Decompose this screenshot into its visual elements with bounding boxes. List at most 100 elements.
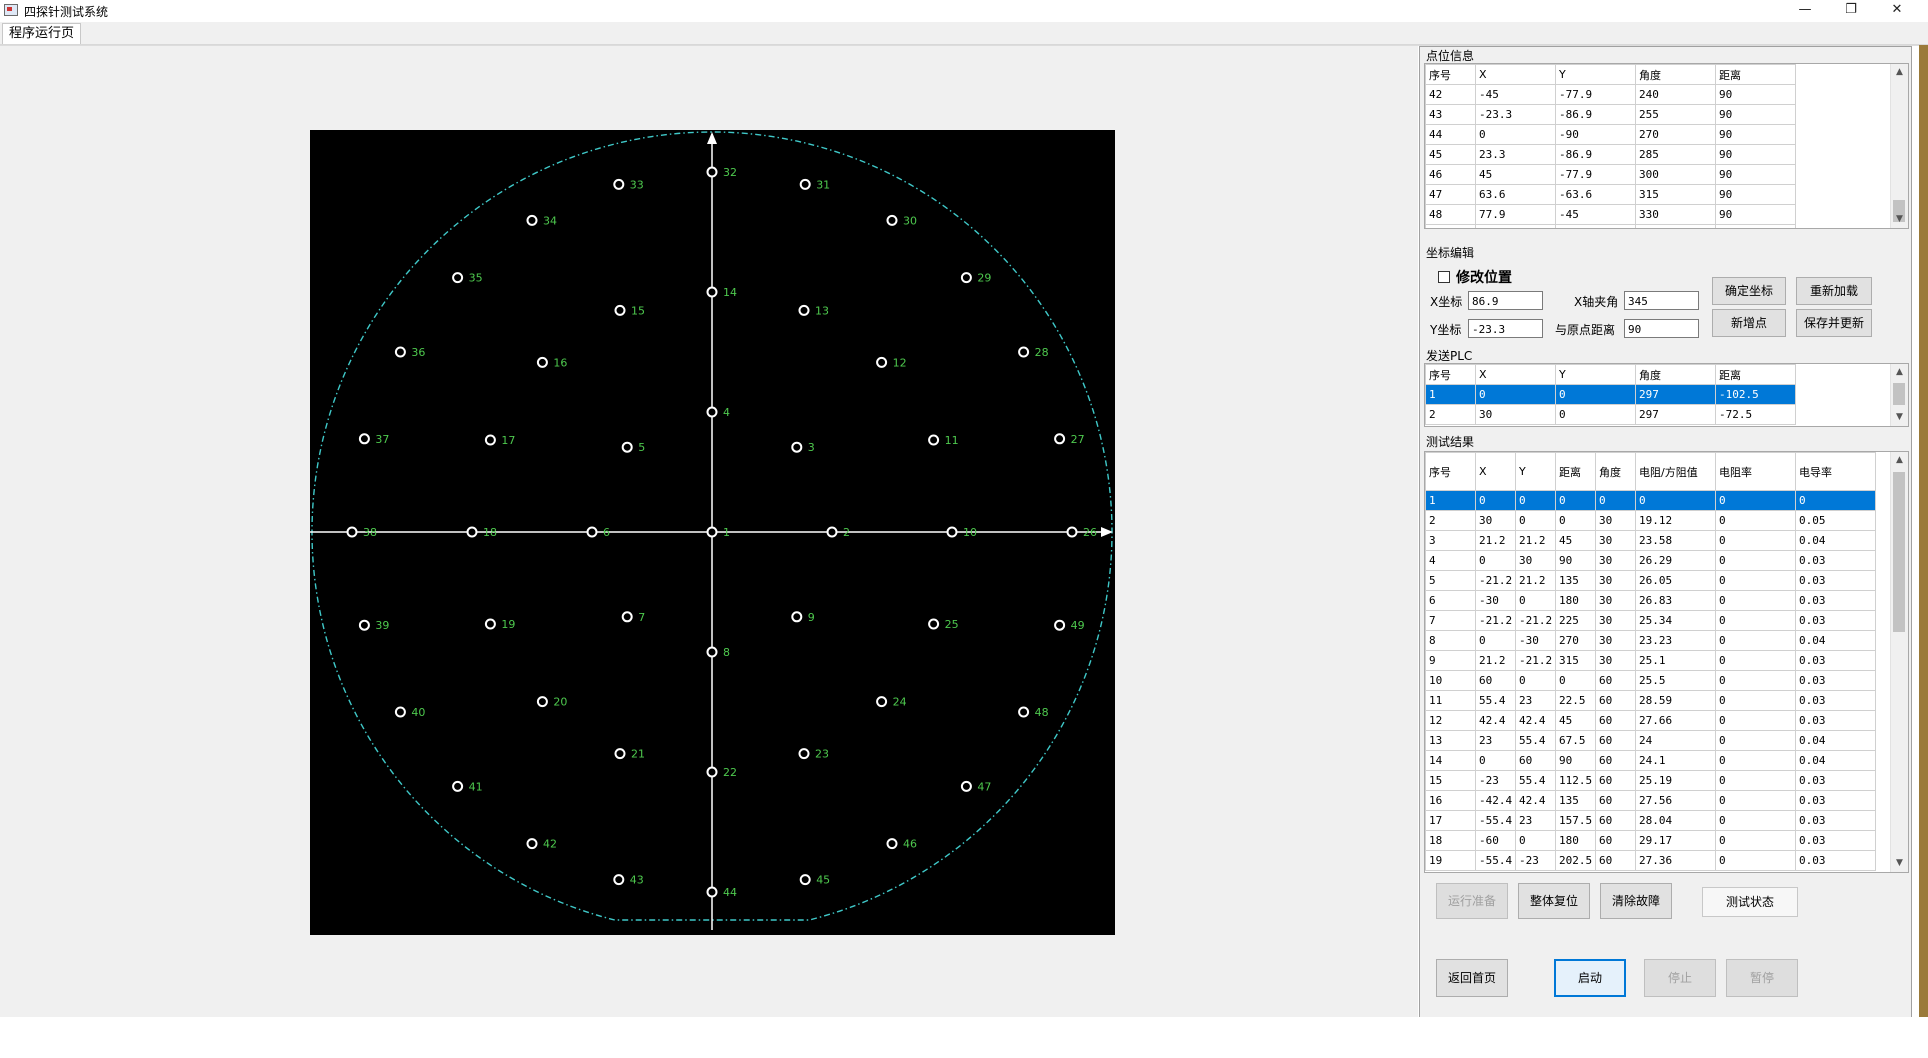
results-grid[interactable]: 序号 X Y 距离 角度 电阻/方阻值 电阻率 电导率 1 0 0 0 0 0 0 0 2 30 0 0 30 19.1… (1424, 451, 1909, 873)
table-cell[interactable]: 43 (1425, 104, 1476, 125)
table-cell[interactable]: 240 (1635, 84, 1716, 105)
wafer-map[interactable]: 1 2 3 4 5 6 7 8 9 10 11 12 13 14 15 16 17 18 19 20 21 22 23 24 2… (310, 130, 1115, 935)
table-cell[interactable]: 0.03 (1795, 770, 1876, 791)
table-row[interactable]: 18 -60 0 180 60 29.17 0 0.03 (1425, 830, 1876, 851)
table-row[interactable]: 19 -55.4 -23 202.5 60 27.36 0 0.03 (1425, 850, 1876, 871)
table-cell[interactable]: 0 (1715, 810, 1796, 831)
table-cell[interactable]: 0 (1715, 770, 1796, 791)
point-info-scrollbar[interactable]: ▲ ▼ (1890, 64, 1908, 228)
table-cell[interactable]: 29.17 (1635, 830, 1716, 851)
table-cell[interactable]: 30 (1515, 550, 1556, 571)
table-row[interactable]: 17 -55.4 23 157.5 60 28.04 0 0.03 (1425, 810, 1876, 831)
point-info-header-3[interactable]: 角度 (1635, 64, 1716, 85)
table-cell[interactable]: 55.4 (1475, 690, 1516, 711)
table-cell[interactable]: 0.03 (1795, 790, 1876, 811)
table-cell[interactable]: 0 (1715, 630, 1796, 651)
table-cell[interactable]: 44 (1425, 124, 1476, 145)
x-coord-input[interactable]: 86.9 (1468, 291, 1543, 310)
table-cell[interactable]: -30 (1475, 590, 1516, 611)
table-cell[interactable]: -23.3 (1475, 104, 1556, 125)
table-cell[interactable]: 90 (1555, 550, 1596, 571)
table-cell[interactable]: 77.9 (1475, 204, 1556, 225)
table-cell[interactable]: -55.4 (1475, 850, 1516, 871)
table-cell[interactable]: 11 (1425, 690, 1476, 711)
table-cell[interactable]: 2 (1425, 404, 1476, 425)
table-cell[interactable]: 45 (1555, 710, 1596, 731)
add-point-button[interactable]: 新增点 (1712, 309, 1786, 337)
table-cell[interactable]: 22.5 (1555, 690, 1596, 711)
table-cell[interactable]: 23.58 (1635, 530, 1716, 551)
table-cell[interactable]: 26.83 (1635, 590, 1716, 611)
table-cell[interactable]: 30 (1595, 570, 1636, 591)
table-cell[interactable]: 1 (1425, 490, 1476, 511)
table-cell[interactable]: 46 (1425, 164, 1476, 185)
table-cell[interactable]: 28.04 (1635, 810, 1716, 831)
table-cell[interactable]: 135 (1555, 790, 1596, 811)
table-cell[interactable]: 47 (1425, 184, 1476, 205)
table-cell[interactable]: 0.03 (1795, 610, 1876, 631)
reload-button[interactable]: 重新加载 (1796, 277, 1872, 305)
table-cell[interactable]: 21.2 (1515, 570, 1556, 591)
table-cell[interactable]: 0 (1715, 690, 1796, 711)
table-cell[interactable]: -23 (1475, 770, 1516, 791)
table-cell[interactable]: 0.05 (1795, 510, 1876, 531)
table-cell[interactable]: 297 (1635, 404, 1716, 425)
table-cell[interactable]: 0.03 (1795, 570, 1876, 591)
prepare-button[interactable]: 运行准备 (1436, 883, 1508, 919)
table-cell[interactable]: -23 (1515, 850, 1556, 871)
table-cell[interactable]: 14 (1425, 750, 1476, 771)
table-row[interactable]: 2 30 0 0 30 19.12 0 0.05 (1425, 510, 1876, 531)
table-cell[interactable]: -90 (1555, 124, 1636, 145)
point-info-header-4[interactable]: 距离 (1715, 64, 1796, 85)
table-row[interactable]: 14 0 60 90 60 24.1 0 0.04 (1425, 750, 1876, 771)
table-cell[interactable]: 0.03 (1795, 670, 1876, 691)
table-row[interactable]: 15 -23 55.4 112.5 60 25.19 0 0.03 (1425, 770, 1876, 791)
table-cell[interactable]: 90 (1715, 124, 1796, 145)
table-cell[interactable]: 112.5 (1555, 770, 1596, 791)
table-cell[interactable]: 0.04 (1795, 630, 1876, 651)
table-cell[interactable]: 2 (1425, 510, 1476, 531)
table-cell[interactable]: 48 (1425, 204, 1476, 225)
table-cell[interactable]: 0 (1635, 490, 1716, 511)
table-cell[interactable]: 0.03 (1795, 690, 1876, 711)
table-cell[interactable]: 60 (1595, 770, 1636, 791)
table-cell[interactable]: 60 (1595, 830, 1636, 851)
results-header-2[interactable]: Y (1515, 452, 1556, 491)
results-header-6[interactable]: 电阻率 (1715, 452, 1796, 491)
table-cell[interactable]: 0 (1595, 490, 1636, 511)
table-cell[interactable]: 285 (1635, 144, 1716, 165)
table-cell[interactable]: 135 (1555, 570, 1596, 591)
table-row[interactable]: 13 23 55.4 67.5 60 24 0 0.04 (1425, 730, 1876, 751)
table-cell[interactable]: 0.04 (1795, 750, 1876, 771)
scroll-up-icon[interactable]: ▲ (1891, 364, 1908, 381)
scroll-thumb[interactable] (1893, 472, 1905, 632)
table-cell[interactable]: 17 (1425, 810, 1476, 831)
plc-grid[interactable]: 序号 X Y 角度 距离 1 0 0 297 -102.5 2 30 0 297 -72.5 ▲ ▼ (1424, 363, 1909, 427)
table-cell[interactable]: 0 (1515, 830, 1556, 851)
table-cell[interactable]: 13 (1425, 730, 1476, 751)
table-cell[interactable]: 0 (1555, 384, 1636, 405)
table-cell[interactable]: 330 (1635, 204, 1716, 225)
table-row[interactable]: 45 23.3 -86.9 285 90 (1425, 144, 1796, 165)
table-cell[interactable]: 0 (1715, 750, 1796, 771)
table-cell[interactable]: 0 (1515, 510, 1556, 531)
table-cell[interactable]: 60 (1515, 750, 1556, 771)
table-cell[interactable]: 60 (1595, 730, 1636, 751)
table-cell[interactable]: 315 (1555, 650, 1596, 671)
table-cell[interactable]: 0 (1715, 610, 1796, 631)
table-cell[interactable]: 0 (1715, 510, 1796, 531)
table-cell[interactable]: 25.19 (1635, 770, 1716, 791)
table-row[interactable]: 48 77.9 -45 330 90 (1425, 204, 1796, 225)
table-cell[interactable]: 30 (1595, 550, 1636, 571)
scroll-up-icon[interactable]: ▲ (1891, 452, 1908, 469)
table-cell[interactable]: 0.03 (1795, 810, 1876, 831)
table-row[interactable]: 5 -21.2 21.2 135 30 26.05 0 0.03 (1425, 570, 1876, 591)
table-cell[interactable]: 0 (1475, 124, 1556, 145)
table-cell[interactable]: 0 (1715, 650, 1796, 671)
table-cell[interactable]: 0 (1715, 850, 1796, 871)
table-cell[interactable]: 19.12 (1635, 510, 1716, 531)
table-cell[interactable]: 0 (1715, 530, 1796, 551)
table-cell[interactable]: 0.03 (1795, 850, 1876, 871)
pause-button[interactable]: 暂停 (1726, 959, 1798, 997)
table-cell[interactable]: 6 (1425, 590, 1476, 611)
